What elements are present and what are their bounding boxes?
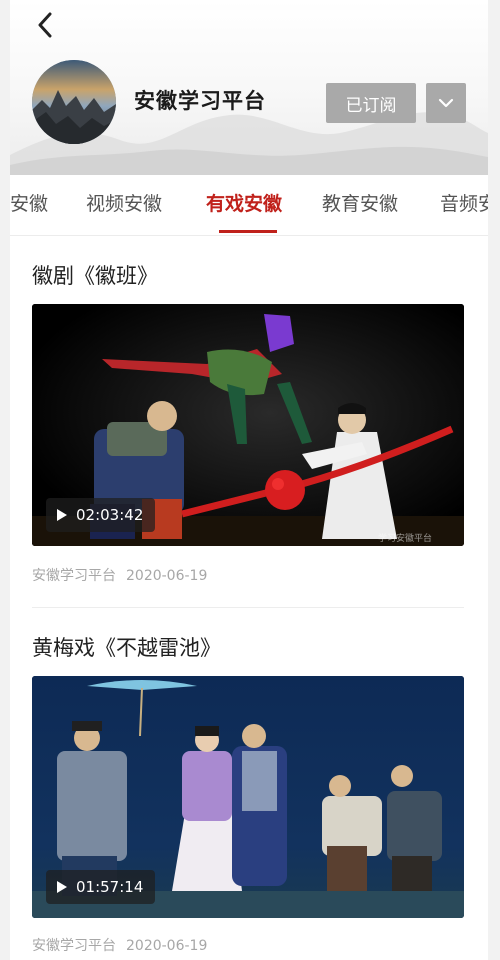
tab-education-anhui[interactable]: 教育安徽 bbox=[322, 189, 398, 216]
video-duration: 01:57:14 bbox=[76, 878, 144, 896]
article-source: 安徽学习平台 bbox=[32, 938, 116, 954]
tab-video-anhui[interactable]: 视频安徽 bbox=[86, 189, 162, 216]
thumbnail-watermark: 学习安徽平台 bbox=[378, 532, 432, 544]
play-icon bbox=[57, 509, 67, 521]
article-title[interactable]: 徽剧《徽班》 bbox=[32, 260, 158, 290]
channel-page: 安徽学习平台 已订阅 安徽 视频安徽 有戏安徽 教育安徽 音频安徽 徽剧《徽班》 bbox=[10, 0, 488, 960]
play-icon bbox=[57, 881, 67, 893]
subscribed-button[interactable]: 已订阅 bbox=[326, 83, 416, 123]
play-duration-badge[interactable]: 02:03:42 bbox=[46, 498, 156, 532]
more-dropdown-button[interactable] bbox=[426, 83, 466, 123]
article-date: 2020-06-19 bbox=[126, 938, 208, 954]
category-tabs: 安徽 视频安徽 有戏安徽 教育安徽 音频安徽 bbox=[10, 175, 488, 236]
chevron-down-icon bbox=[438, 98, 454, 108]
article-source: 安徽学习平台 bbox=[32, 568, 116, 584]
article-meta: 安徽学习平台 2020-06-19 bbox=[32, 935, 207, 955]
video-duration: 02:03:42 bbox=[76, 506, 144, 524]
tab-audio-anhui[interactable]: 音频安徽 bbox=[440, 189, 488, 216]
channel-name: 安徽学习平台 bbox=[134, 88, 266, 113]
play-duration-badge[interactable]: 01:57:14 bbox=[46, 870, 156, 904]
active-tab-indicator bbox=[219, 230, 277, 233]
back-button[interactable] bbox=[30, 8, 60, 42]
tab-anhui[interactable]: 安徽 bbox=[10, 189, 48, 216]
mountain-avatar-image bbox=[32, 60, 116, 144]
article-title[interactable]: 黄梅戏《不越雷池》 bbox=[32, 632, 221, 662]
article-date: 2020-06-19 bbox=[126, 568, 208, 584]
divider bbox=[32, 607, 464, 608]
back-arrow-icon bbox=[38, 12, 52, 38]
channel-avatar[interactable] bbox=[32, 60, 116, 144]
video-thumbnail[interactable]: 学习安徽平台 02:03:42 bbox=[32, 304, 464, 546]
tab-opera-anhui[interactable]: 有戏安徽 bbox=[206, 189, 282, 216]
article-meta: 安徽学习平台 2020-06-19 bbox=[32, 565, 207, 585]
video-thumbnail[interactable]: 01:57:14 bbox=[32, 676, 464, 918]
channel-header: 安徽学习平台 已订阅 bbox=[10, 0, 488, 175]
